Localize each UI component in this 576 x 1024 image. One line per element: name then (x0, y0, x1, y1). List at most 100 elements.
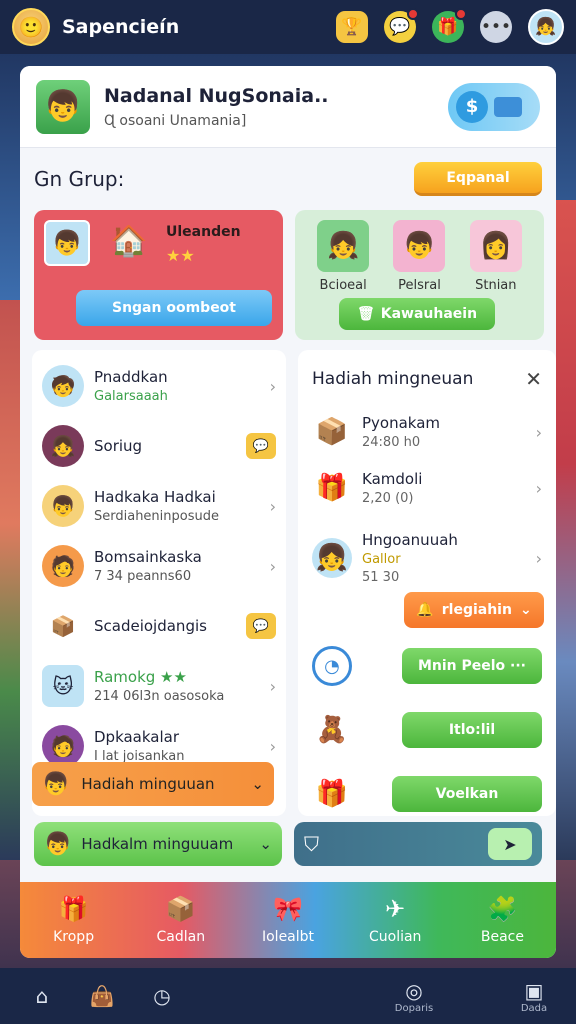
tab-label: Beace (480, 929, 524, 945)
list-item[interactable]: 👦 Hadkaka Hadkai Serdiaheninposude › (32, 476, 286, 536)
friend-item[interactable]: 👧 Bcioeal (317, 220, 370, 293)
card-icon (494, 96, 522, 117)
profile-name: Nadanal NugSonaia.. (104, 84, 329, 107)
list-item[interactable]: 🐱 Ramokg ★★ 214 06l3n oasosoka › (32, 656, 286, 716)
nav-label: Dada (520, 1002, 548, 1014)
nav-clock[interactable]: ◷ (132, 984, 192, 1008)
friend-row: 👧 Bcioeal 👦 Pelsral 👩 Stnian (305, 220, 534, 293)
box-icon: 📦 (315, 417, 349, 447)
nav-label: Doparis (394, 1002, 434, 1014)
green-group-card[interactable]: 👧 Bcioeal 👦 Pelsral 👩 Stnian 🗑 Kawauhaei… (295, 210, 544, 340)
tab-iolealbt[interactable]: 🎀 Iolealbt (234, 882, 341, 958)
reward-extra: 51 30 (362, 570, 400, 585)
green-pill-button[interactable]: Mnin Peelo ··· (402, 648, 542, 684)
shield-icon: ⛉ (304, 832, 319, 856)
friend-avatar: 👦 (393, 220, 446, 272)
chevron-right-icon: › (535, 548, 542, 568)
chevron-right-icon: › (535, 422, 542, 442)
reward-sub: 24:80 h0 (362, 435, 421, 450)
friend-name: Stnian (475, 278, 517, 293)
list-item[interactable]: 🧒 Pnaddkan Galarsaaah › (32, 356, 286, 416)
friend-item[interactable]: 👦 Pelsral (393, 220, 446, 293)
reward-title: Hngoanuuah (362, 531, 458, 549)
chevron-down-icon: ⌄ (259, 835, 272, 853)
player-avatar-icon[interactable]: 🙂 (12, 8, 50, 46)
group-title: Gn Grup: (34, 167, 125, 191)
green-pill-button[interactable]: Itlo:lil (402, 712, 542, 748)
tab-cuolian[interactable]: ✈ Cuolian (342, 882, 449, 958)
green-card-button[interactable]: 🗑 Kawauhaein (339, 298, 495, 330)
action-row: 🎁 Voelkan (298, 766, 556, 822)
item-avatar: 👦 (42, 485, 84, 527)
left-list: 🧒 Pnaddkan Galarsaaah › 👧 Soriug 💬 👦 Had… (32, 350, 286, 816)
plane-icon: ✈ (385, 895, 406, 923)
profile-icon[interactable]: 👧 (528, 9, 564, 45)
girl-avatar: 👧 (312, 538, 352, 578)
reward-title: Pyonakam (362, 414, 441, 432)
more-icon[interactable]: ••• (480, 11, 512, 43)
message-icon: ▣ (524, 978, 544, 1003)
red-group-card[interactable]: 👦 🏠 Uleanden ★★ Sngan oombeot (34, 210, 283, 340)
weekly-reward-bar[interactable]: 👦 Hadiah minguuan ⌄ (32, 762, 274, 806)
chevron-right-icon: › (269, 676, 276, 696)
reward-item[interactable]: 👧 Hngoanuuah Gallor 51 30 › (298, 530, 556, 586)
weekly-reward-label: Hadiah minguuan (81, 775, 215, 793)
tab-beace[interactable]: 🧩 Beace (449, 882, 556, 958)
category-tabs: 🎁 Kropp 📦 Cadlan 🎀 Iolealbt ✈ Cuolian 🧩 Beace (20, 882, 556, 958)
gift-stack-icon: 🎁 (315, 473, 349, 503)
group-action-button[interactable]: Eqpanal (414, 162, 542, 196)
chat-icon[interactable]: 💬 (384, 8, 419, 43)
weekly-reward-button[interactable]: 👦 Hadkalm minguuam ⌄ (34, 822, 282, 866)
reward-sub: Gallor (362, 552, 401, 567)
card-red-label: Uleanden (166, 224, 241, 240)
bottom-row: 👦 Hadkalm minguuam ⌄ ⛉ ➤ (34, 822, 542, 866)
send-icon[interactable]: ➤ (488, 828, 532, 860)
close-icon[interactable]: ✕ (525, 367, 542, 391)
reward-item[interactable]: 🎁 Kamdoli 2,20 (0) › (298, 460, 556, 516)
item-avatar: 🧑 (42, 725, 84, 767)
item-title: Soriug (94, 437, 143, 455)
puzzle-icon: 🧩 (487, 895, 518, 923)
notification-dot (407, 8, 419, 20)
background-scenery-left (0, 300, 22, 860)
reward-title: Kamdoli (362, 470, 423, 488)
message-badge-icon[interactable]: 💬 (246, 613, 276, 639)
friend-avatar: 👩 (469, 220, 522, 272)
currency-bubble[interactable]: $ (448, 82, 540, 131)
red-card-button[interactable]: Sngan oombeot (76, 290, 272, 326)
nav-home[interactable]: ⌂ (12, 984, 72, 1008)
item-avatar: 🐱 (42, 665, 84, 707)
nav-dada[interactable]: ▣ Dada (504, 979, 564, 1014)
profile-avatar[interactable]: 👦 (36, 79, 90, 134)
star-icons: ★★ (166, 246, 195, 265)
friend-item[interactable]: 👩 Stnian (469, 220, 522, 293)
orange-pill-label: rlegiahin (441, 602, 512, 618)
action-row: ◔ Mnin Peelo ··· (298, 638, 556, 694)
lists-row: 🧒 Pnaddkan Galarsaaah › 👧 Soriug 💬 👦 Had… (20, 340, 556, 816)
item-sub: 7 34 peanns60 (94, 569, 192, 584)
orange-pill-button[interactable]: 🔔 rlegiahin ⌄ (404, 592, 544, 628)
green-pill-button[interactable]: Voelkan (392, 776, 542, 812)
chevron-right-icon: › (535, 478, 542, 498)
trash-icon: 🗑 (356, 306, 375, 322)
list-item[interactable]: 👧 Soriug 💬 (32, 416, 286, 476)
dollar-coin-icon: $ (456, 90, 488, 123)
tab-cadlan[interactable]: 📦 Cadlan (127, 882, 234, 958)
tab-kropp[interactable]: 🎁 Kropp (20, 882, 127, 958)
reward-item[interactable]: 📦 Pyonakam 24:80 h0 › (298, 404, 556, 460)
chevron-right-icon: › (269, 556, 276, 576)
nav-doparis[interactable]: ◎ Doparis (384, 979, 444, 1014)
app-title: Sapencieín (62, 16, 180, 38)
bell-icon: 🔔 (416, 602, 434, 618)
gift-icon[interactable]: 🎁 (432, 8, 467, 43)
list-item[interactable]: 📦 Scadeiojdangis 💬 (32, 596, 286, 656)
trophy-icon[interactable]: 🏆 (336, 11, 368, 43)
friend-avatar: 👧 (317, 220, 370, 272)
toggle-bar[interactable]: ⛉ ➤ (294, 822, 542, 866)
list-item[interactable]: 🧑 Bomsainkaska 7 34 peanns60 › (32, 536, 286, 596)
profile-card: 👦 Nadanal NugSonaia.. Ɋ osoani Unamania]… (20, 66, 556, 148)
nav-bag[interactable]: 👜 (72, 984, 132, 1008)
chevron-right-icon: › (269, 736, 276, 756)
message-badge-icon[interactable]: 💬 (246, 433, 276, 459)
tab-label: Cuolian (368, 929, 422, 945)
